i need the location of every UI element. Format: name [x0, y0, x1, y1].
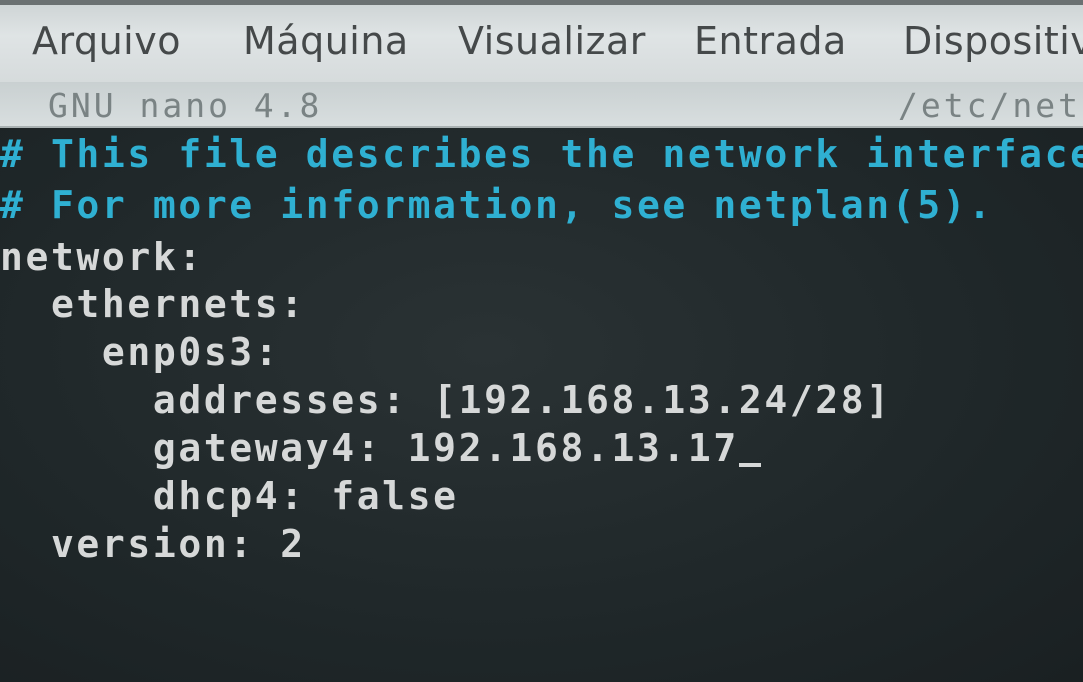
- editor-line-dhcp4[interactable]: dhcp4: false: [0, 472, 459, 520]
- editor-line-interface[interactable]: enp0s3:: [0, 328, 280, 376]
- menu-dispositivos[interactable]: Dispositiv: [903, 19, 1083, 63]
- text-cursor: [738, 463, 761, 467]
- editor-line-comment-1[interactable]: # This file describes the network interf…: [0, 130, 1083, 178]
- gateway-text: gateway4: 192.168.13.17: [0, 426, 739, 470]
- menu-maquina[interactable]: Máquina: [243, 19, 409, 63]
- editor-line-version[interactable]: version: 2: [0, 520, 306, 568]
- nano-file-path: /etc/net: [898, 86, 1081, 125]
- menu-visualizar[interactable]: Visualizar: [458, 19, 646, 63]
- menu-bar: Arquivo Máquina Visualizar Entrada Dispo…: [0, 0, 1083, 82]
- editor-line-network[interactable]: network:: [0, 233, 204, 281]
- editor-line-addresses[interactable]: addresses: [192.168.13.24/28]: [0, 376, 892, 424]
- nano-title-bar: GNU nano 4.8 /etc/net: [0, 82, 1083, 128]
- editor-line-gateway[interactable]: gateway4: 192.168.13.17: [0, 424, 761, 472]
- editor-line-comment-2[interactable]: # For more information, see netplan(5).: [0, 181, 994, 229]
- editor-area[interactable]: # This file describes the network interf…: [0, 128, 1083, 682]
- menu-arquivo[interactable]: Arquivo: [32, 19, 181, 63]
- menu-entrada[interactable]: Entrada: [694, 19, 847, 63]
- virtualbox-window: Arquivo Máquina Visualizar Entrada Dispo…: [0, 0, 1083, 682]
- editor-line-ethernets[interactable]: ethernets:: [0, 280, 306, 328]
- nano-version: GNU nano 4.8: [48, 86, 323, 125]
